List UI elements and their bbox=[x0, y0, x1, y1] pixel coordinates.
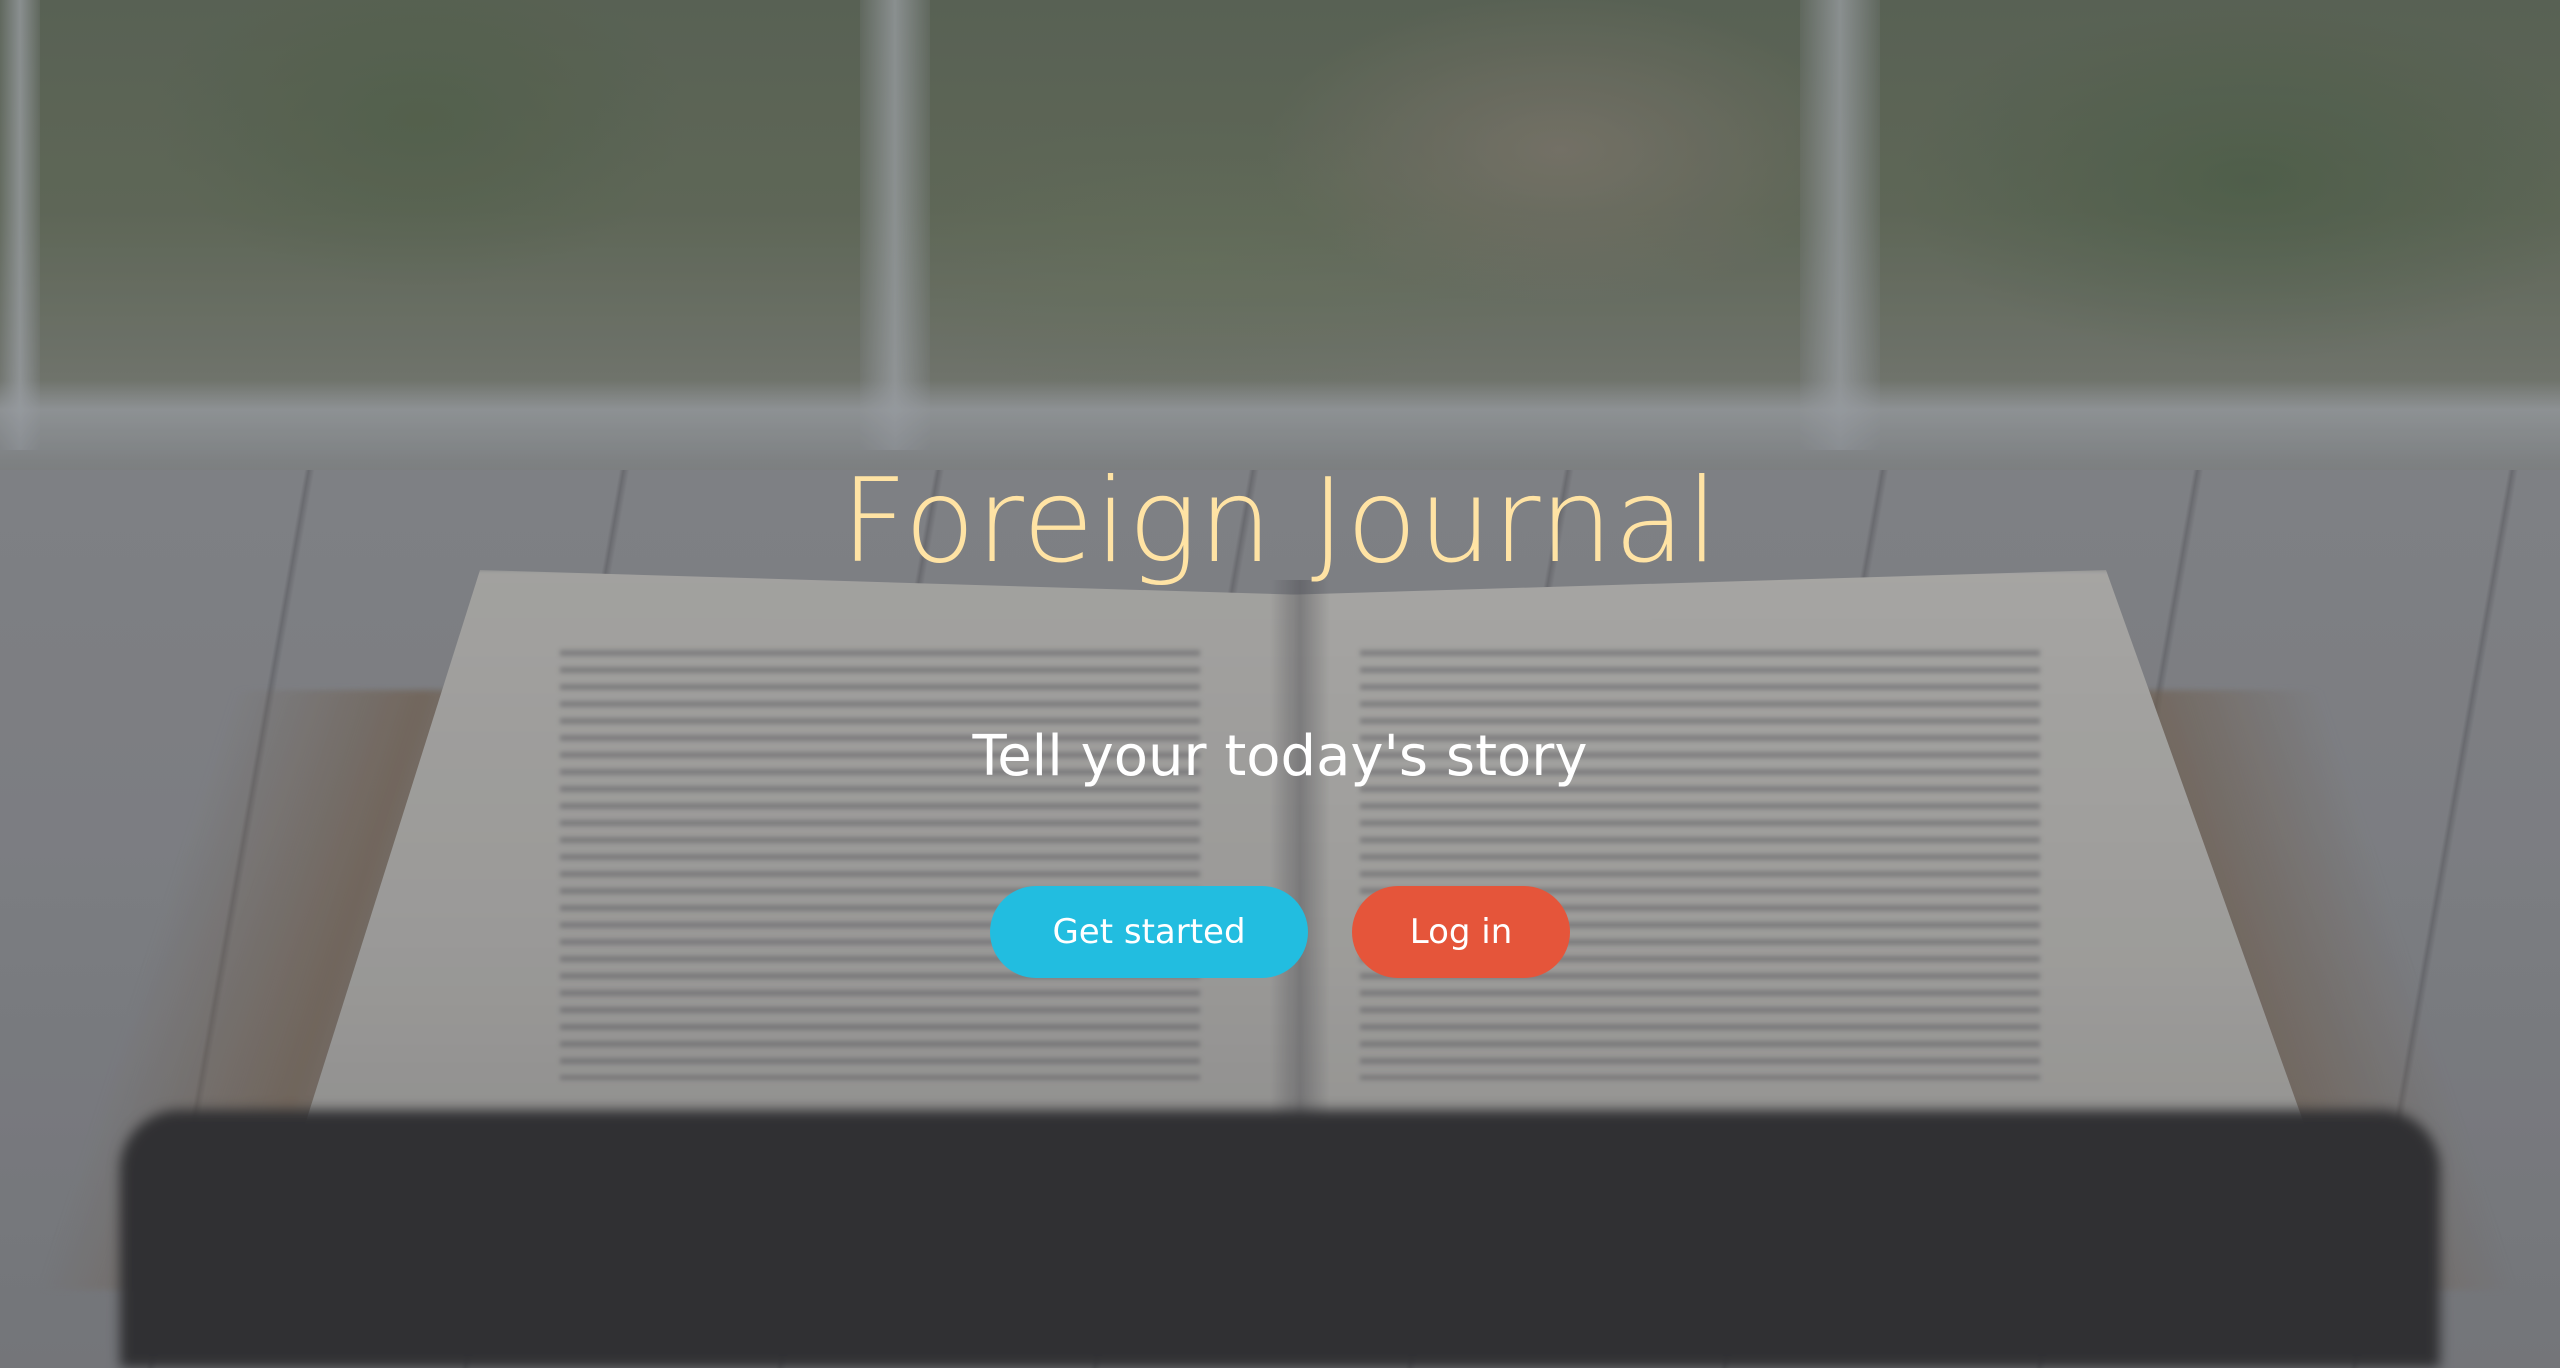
tagline: Tell your today's story bbox=[972, 724, 1588, 789]
page-title: Foreign Journal bbox=[840, 454, 1720, 589]
hero-section: Foreign Journal Tell your today's story … bbox=[0, 0, 2560, 1368]
get-started-button[interactable]: Get started bbox=[990, 886, 1308, 978]
log-in-button[interactable]: Log in bbox=[1352, 886, 1570, 978]
